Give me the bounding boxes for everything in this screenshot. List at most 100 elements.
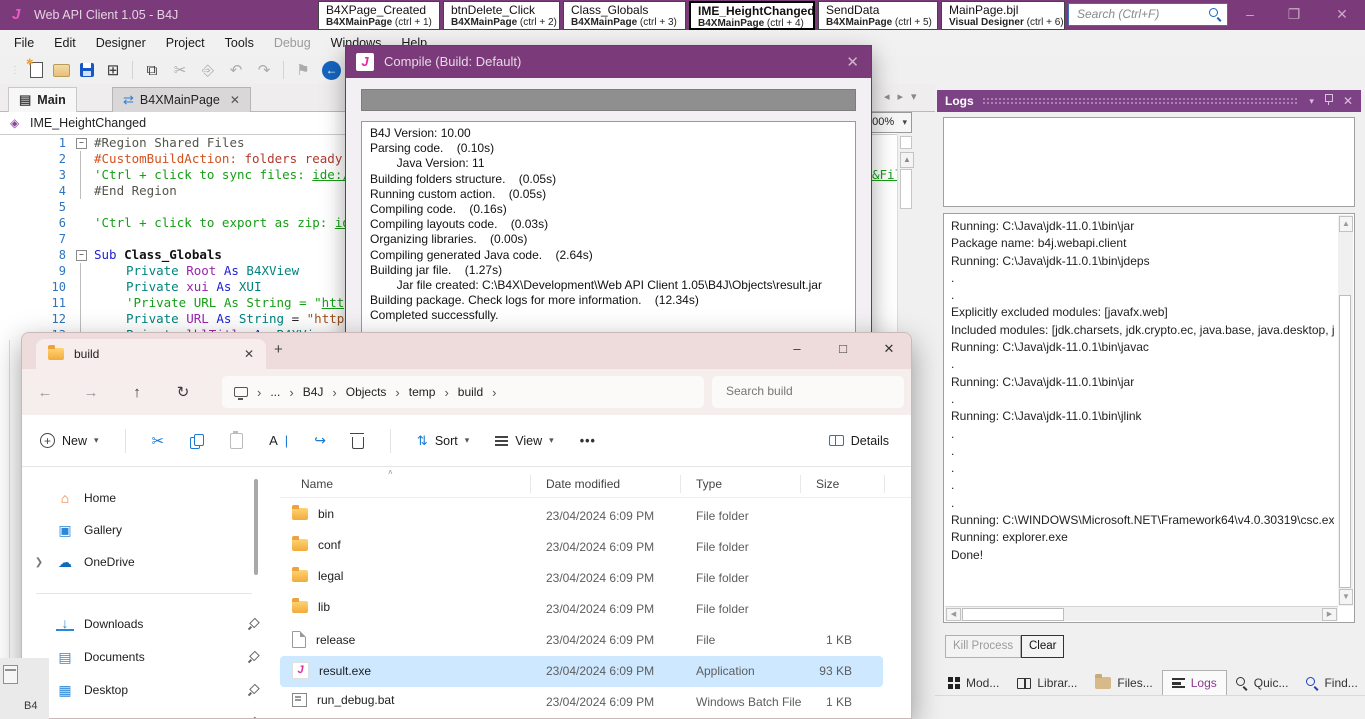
menu-edit[interactable]: Edit bbox=[44, 30, 86, 56]
this-pc-icon[interactable] bbox=[234, 387, 248, 400]
explorer-minimize-button[interactable]: – bbox=[782, 341, 812, 356]
bookmark-tab-senddata[interactable]: SendData B4XMainPage (ctrl + 5) bbox=[818, 1, 938, 30]
logs-panel-header[interactable]: Logs ▾ ✕ bbox=[937, 90, 1361, 112]
save-icon[interactable] bbox=[80, 63, 94, 77]
clear-logs-button[interactable]: Clear bbox=[1021, 635, 1065, 658]
scroll-thumb[interactable] bbox=[962, 608, 1064, 621]
breadcrumb-objects[interactable]: Objects bbox=[346, 385, 387, 399]
breadcrumb-temp[interactable]: temp bbox=[409, 385, 436, 399]
ide-minimize-button[interactable]: – bbox=[1238, 6, 1262, 22]
sort-button[interactable]: ⇅ Sort ▾ bbox=[417, 433, 469, 449]
more-options-icon[interactable]: ••• bbox=[580, 434, 596, 448]
file-row-bin[interactable]: bin 23/04/2024 6:09 PM File folder bbox=[280, 501, 883, 532]
ide-close-button[interactable]: ✕ bbox=[1330, 6, 1354, 23]
copy-icon[interactable]: ⧉ bbox=[143, 62, 161, 79]
explorer-search-box[interactable]: Search build bbox=[712, 376, 904, 408]
view-button[interactable]: View ▾ bbox=[495, 434, 554, 448]
undo-icon[interactable]: ↶ bbox=[227, 61, 245, 79]
scroll-up-icon[interactable]: ▲ bbox=[1339, 216, 1353, 232]
scroll-thumb[interactable] bbox=[1339, 295, 1351, 588]
new-tab-button[interactable]: + bbox=[274, 341, 283, 358]
open-project-icon[interactable] bbox=[53, 63, 70, 77]
compile-dialog-titlebar[interactable]: J Compile (Build: Default) ✕ bbox=[346, 46, 871, 78]
breadcrumb-b4j[interactable]: B4J bbox=[303, 385, 324, 399]
scroll-left-icon[interactable]: ◀ bbox=[946, 608, 961, 621]
file-row-result-exe[interactable]: Jresult.exe 23/04/2024 6:09 PM Application… bbox=[280, 656, 883, 687]
sidebar-item-onedrive[interactable]: ❯ ☁ OneDrive bbox=[32, 549, 258, 575]
ide-search-box[interactable]: Search (Ctrl+F) bbox=[1068, 3, 1228, 26]
redo-icon[interactable]: ↷ bbox=[255, 61, 273, 79]
current-sub-name[interactable]: IME_HeightChanged bbox=[30, 116, 146, 130]
rename-icon[interactable]: A | bbox=[269, 433, 288, 448]
menu-project[interactable]: Project bbox=[156, 30, 215, 56]
scroll-down-icon[interactable]: ▼ bbox=[1339, 589, 1353, 605]
scroll-up-icon[interactable]: ▲ bbox=[900, 152, 914, 168]
new-project-icon[interactable] bbox=[26, 57, 43, 78]
sidebar-item-desktop[interactable]: ▦ Desktop bbox=[32, 677, 258, 703]
navigate-back-icon[interactable]: ← bbox=[322, 60, 341, 80]
sidebar-item-home[interactable]: ⌂ Home bbox=[32, 485, 258, 511]
delete-icon[interactable] bbox=[349, 432, 364, 449]
cut-icon[interactable]: ✂ bbox=[152, 432, 165, 450]
fold-collapse-icon[interactable]: − bbox=[76, 138, 87, 149]
bookmark-icon[interactable]: ⚑ bbox=[294, 61, 312, 79]
forward-icon[interactable]: → bbox=[68, 384, 114, 401]
breadcrumb-build[interactable]: build bbox=[458, 385, 483, 399]
tab-scroll-arrows[interactable]: ◂▸▾ bbox=[884, 90, 925, 103]
dialog-close-icon[interactable]: ✕ bbox=[846, 53, 859, 71]
up-icon[interactable]: ↑ bbox=[114, 384, 160, 401]
scroll-thumb[interactable] bbox=[900, 169, 912, 209]
file-row-conf[interactable]: conf 23/04/2024 6:09 PM File folder bbox=[280, 532, 883, 563]
explorer-maximize-button[interactable]: □ bbox=[828, 341, 858, 356]
editor-vscrollbar[interactable]: ▲ bbox=[897, 135, 914, 332]
file-row-run_debug-bat[interactable]: run_debug.bat 23/04/2024 6:09 PM Windows B… bbox=[280, 687, 883, 718]
panel-toggle-icon[interactable] bbox=[3, 665, 18, 684]
column-header-name[interactable]: Name bbox=[301, 477, 333, 491]
bookmark-tab-mainpage.bjl[interactable]: MainPage.bjl Visual Designer (ctrl + 6) bbox=[941, 1, 1065, 30]
sidebar-item-gallery[interactable]: ▣ Gallery bbox=[32, 517, 258, 543]
panel-menu-icon[interactable]: ▾ bbox=[1309, 96, 1314, 107]
new-module-icon[interactable]: ⊞ bbox=[104, 61, 122, 79]
menu-debug[interactable]: Debug bbox=[264, 30, 321, 56]
kill-process-button[interactable]: Kill Process bbox=[945, 635, 1022, 658]
bookmark-tab-class_globals[interactable]: Class_Globals B4XMainPage (ctrl + 3) bbox=[563, 1, 686, 30]
new-button[interactable]: + New ▾ bbox=[40, 433, 99, 448]
paste-icon[interactable]: ⎆ bbox=[199, 62, 217, 79]
logs-vscrollbar[interactable]: ▲ ▼ bbox=[1338, 215, 1353, 606]
logs-hscrollbar[interactable]: ◀ ▶ bbox=[945, 606, 1338, 621]
refresh-icon[interactable]: ↻ bbox=[160, 383, 206, 401]
ide-restore-button[interactable]: ❐ bbox=[1282, 6, 1306, 23]
file-row-release[interactable]: release 23/04/2024 6:09 PM File 1 KB bbox=[280, 625, 883, 656]
bookmark-tab-btndelete_click[interactable]: btnDelete_Click B4XMainPage (ctrl + 2) bbox=[443, 1, 560, 30]
bookmark-tab-b4xpage_created[interactable]: B4XPage_Created B4XMainPage (ctrl + 1) bbox=[318, 1, 440, 30]
copy-icon[interactable] bbox=[190, 433, 205, 449]
breadcrumb-overflow[interactable]: ... bbox=[270, 385, 280, 399]
explorer-close-button[interactable]: ✕ bbox=[874, 341, 904, 357]
sidebar-item-downloads[interactable]: ↓ Downloads bbox=[32, 611, 258, 637]
editor-tab-b4xmainpage[interactable]: ⇄ B4XMainPage ✕ bbox=[112, 87, 251, 112]
panel-tab-modules[interactable]: Mod... bbox=[939, 671, 1008, 695]
file-row-lib[interactable]: lib 23/04/2024 6:09 PM File folder bbox=[280, 594, 883, 625]
fold-collapse-icon[interactable]: − bbox=[76, 250, 87, 261]
explorer-tab-build[interactable]: build ✕ bbox=[36, 339, 266, 369]
panel-tab-libraries[interactable]: Librar... bbox=[1008, 671, 1086, 695]
menu-tools[interactable]: Tools bbox=[215, 30, 264, 56]
details-button[interactable]: Details bbox=[828, 434, 889, 448]
panel-tab-quick[interactable]: Quic... bbox=[1227, 671, 1298, 695]
share-icon[interactable]: ↪ bbox=[314, 432, 326, 449]
close-tab-icon[interactable]: ✕ bbox=[230, 93, 240, 107]
panel-tab-files[interactable]: Files... bbox=[1086, 671, 1161, 695]
sidebar-item-documents[interactable]: ▤ Documents bbox=[32, 644, 258, 670]
panel-tab-find[interactable]: Find... bbox=[1297, 671, 1365, 695]
pin-icon[interactable] bbox=[1324, 94, 1333, 108]
panel-tab-logs[interactable]: Logs bbox=[1161, 670, 1227, 695]
bookmark-tab-ime_heightchanged[interactable]: IME_HeightChanged B4XMainPage (ctrl + 4) bbox=[689, 1, 815, 30]
sidebar-item-pictures[interactable]: ▧Pictures bbox=[32, 710, 258, 719]
address-bar[interactable]: ›... › B4J › Objects › temp › build › bbox=[222, 376, 704, 408]
logs-output-box[interactable]: Running: C:\Java\jdk-11.0.1\bin\jar Packa… bbox=[943, 213, 1355, 623]
editor-tab-main[interactable]: ▤ Main bbox=[8, 87, 77, 112]
back-icon[interactable]: ← bbox=[22, 384, 68, 401]
menu-designer[interactable]: Designer bbox=[86, 30, 156, 56]
column-header-type[interactable]: Type bbox=[696, 477, 722, 491]
menu-file[interactable]: File bbox=[4, 30, 44, 56]
